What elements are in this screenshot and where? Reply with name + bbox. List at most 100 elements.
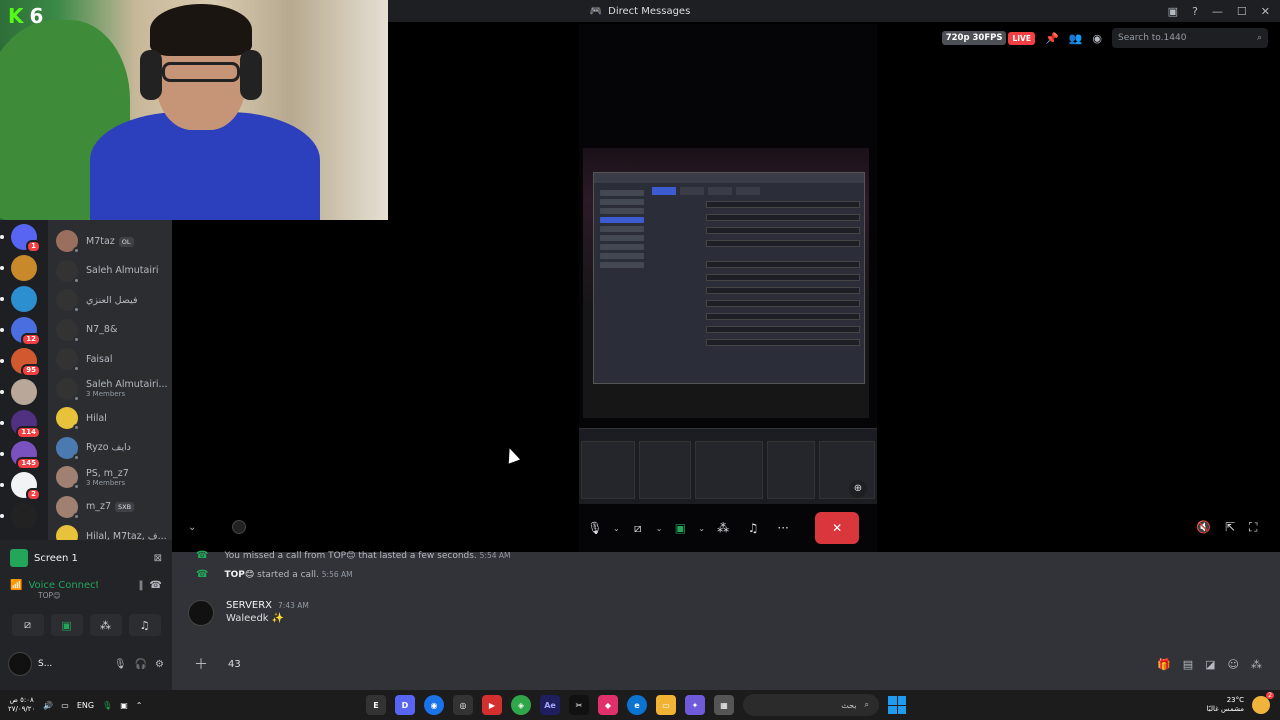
message-input[interactable]: 43 bbox=[228, 659, 241, 670]
mute-stream-icon[interactable]: 🔇 bbox=[1196, 520, 1211, 536]
app-icon[interactable]: ◈ bbox=[511, 695, 531, 715]
chevron-down-icon[interactable]: ⌄ bbox=[613, 524, 620, 533]
dm-item[interactable]: Saleh Almutairi... 3 Members bbox=[56, 376, 170, 402]
user-avatar-small[interactable] bbox=[232, 520, 246, 534]
clock[interactable]: ٥:٠٨ ص ٢٧/٠٩/٢٠ bbox=[8, 696, 35, 714]
dm-item[interactable]: Faisal bbox=[56, 346, 170, 372]
server-icon[interactable]: 1 bbox=[0, 224, 41, 253]
soundboard-icon[interactable]: ♫ bbox=[128, 614, 161, 636]
headphones-icon[interactable]: 🎧 bbox=[135, 659, 147, 670]
screen-share-icon[interactable]: ▣ bbox=[50, 614, 83, 636]
stop-share-icon[interactable]: ⊠ bbox=[154, 553, 162, 564]
profile-icon[interactable]: ◉ bbox=[1092, 32, 1102, 45]
message-author[interactable]: SERVERX bbox=[226, 600, 272, 611]
camera-off-icon[interactable]: ⧄ bbox=[11, 614, 44, 636]
zoom-icon[interactable]: ⊕ bbox=[849, 480, 867, 498]
dm-item[interactable]: Ryzo دايف bbox=[56, 435, 170, 461]
server-icon[interactable]: 114 bbox=[0, 410, 41, 439]
search-icon: ⌕ bbox=[1256, 33, 1262, 43]
weather-widget[interactable]: 23°C مشمس غالبًا 2 bbox=[1207, 690, 1274, 720]
server-icon[interactable]: 95 bbox=[0, 348, 41, 377]
dm-item[interactable]: M7taz OL bbox=[56, 228, 170, 254]
file-explorer-icon[interactable]: ▭ bbox=[656, 695, 676, 715]
copilot-icon[interactable]: ✦ bbox=[685, 695, 705, 715]
sticker-icon[interactable]: ◪ bbox=[1205, 658, 1215, 671]
disconnect-icon[interactable]: ☎ bbox=[150, 580, 162, 591]
avatar bbox=[56, 466, 80, 490]
dm-item[interactable]: Saleh Almutairi bbox=[56, 258, 170, 284]
network-icon[interactable]: ▭ bbox=[61, 701, 69, 710]
server-icon[interactable] bbox=[0, 379, 37, 405]
dm-item[interactable]: PS, m_z7 3 Members bbox=[56, 464, 170, 490]
activities-button[interactable]: ⁂ bbox=[711, 514, 735, 542]
end-call-button[interactable]: ✕ bbox=[815, 512, 860, 544]
volume-icon[interactable]: 🔊 bbox=[43, 701, 53, 710]
close-button[interactable]: ✕ bbox=[1261, 5, 1270, 18]
dm-item[interactable]: m_z7 SXB bbox=[56, 494, 170, 520]
capcut-icon[interactable]: ✂ bbox=[569, 695, 589, 715]
server-icon[interactable] bbox=[0, 503, 37, 529]
add-attachment-icon[interactable]: ＋ bbox=[194, 654, 208, 674]
screen-share-button[interactable]: ▣ bbox=[668, 514, 692, 542]
message-composer[interactable]: ＋ 43 🎁 ▤ ◪ ☺ ⁂ bbox=[182, 652, 1274, 676]
gear-icon[interactable]: ⚙ bbox=[155, 659, 164, 670]
soundboard-button[interactable]: ♫ bbox=[741, 514, 765, 542]
help-icon[interactable]: ? bbox=[1192, 5, 1198, 18]
server-icon[interactable] bbox=[0, 255, 37, 281]
camera-off-button[interactable]: ⧄ bbox=[626, 514, 650, 542]
gif-icon[interactable]: ▤ bbox=[1183, 658, 1193, 671]
dm-name: Faisal bbox=[86, 353, 113, 365]
start-button[interactable] bbox=[888, 696, 906, 714]
mic-tray-icon[interactable]: 🎙 bbox=[102, 701, 112, 710]
app-icon[interactable]: ▦ bbox=[714, 695, 734, 715]
mic-icon[interactable]: 🎙 bbox=[114, 659, 127, 670]
obs-icon[interactable]: ◎ bbox=[453, 695, 473, 715]
server-icon[interactable]: 145 bbox=[0, 441, 41, 470]
avatar[interactable] bbox=[8, 652, 32, 676]
popout-icon[interactable]: ⇱ bbox=[1225, 520, 1235, 536]
taskbar-search[interactable]: بحث ⌕ bbox=[743, 694, 879, 716]
search-input[interactable]: Search to.1440 ⌕ bbox=[1112, 28, 1268, 48]
server-icon[interactable]: 12 bbox=[0, 317, 41, 346]
add-friends-icon[interactable]: 👥 bbox=[1069, 32, 1083, 45]
dm-item[interactable]: Hilal, M7taz, ف... bbox=[56, 523, 170, 540]
gift-icon[interactable]: 🎁 bbox=[1157, 658, 1171, 671]
dm-item[interactable]: Hilal bbox=[56, 405, 170, 431]
apps-icon[interactable]: ⁂ bbox=[1251, 658, 1262, 671]
fullscreen-icon[interactable]: ⛶ bbox=[1249, 520, 1257, 536]
screen-share-row[interactable]: Screen 1 ⊠ bbox=[10, 548, 162, 568]
chevron-down-icon[interactable]: ⌄ bbox=[656, 524, 663, 533]
maximize-button[interactable]: ☐ bbox=[1237, 5, 1247, 18]
dm-name: M7taz bbox=[86, 235, 115, 247]
microphone-button[interactable]: 🎙 bbox=[583, 514, 607, 542]
server-icon[interactable]: 2 bbox=[0, 472, 41, 501]
shared-screen[interactable]: ⊕ bbox=[579, 24, 877, 552]
language-indicator[interactable]: ENG bbox=[77, 701, 94, 710]
discord-icon[interactable]: D bbox=[395, 695, 415, 715]
dm-item[interactable]: N7_8& bbox=[56, 317, 170, 343]
collapse-chevron-icon[interactable]: ⌄ bbox=[188, 522, 196, 533]
more-options-button[interactable]: ··· bbox=[771, 514, 795, 542]
dm-item[interactable]: فيصل العنزي bbox=[56, 287, 170, 313]
avatar bbox=[56, 407, 80, 431]
chrome-icon[interactable]: ◉ bbox=[424, 695, 444, 715]
window-title: 🎮 Direct Messages bbox=[589, 5, 691, 17]
clan-tag: SXB bbox=[115, 502, 135, 512]
edge-icon[interactable]: e bbox=[627, 695, 647, 715]
noise-suppression-icon[interactable]: ‖ bbox=[139, 580, 144, 591]
tray-app-icon[interactable]: ▣ bbox=[120, 701, 128, 710]
activities-icon[interactable]: ⁂ bbox=[89, 614, 122, 636]
inbox-icon[interactable]: ▣ bbox=[1168, 5, 1178, 18]
youtube-icon[interactable]: ▶ bbox=[482, 695, 502, 715]
voice-panel: Screen 1 ⊠ 📶 Voice Connected ‖ ☎ TOP😊 ⧄ … bbox=[0, 540, 172, 690]
emoji-icon[interactable]: ☺ bbox=[1228, 658, 1239, 671]
server-icon[interactable] bbox=[0, 286, 37, 312]
pin-icon[interactable]: 📌 bbox=[1045, 32, 1059, 45]
chevron-up-icon[interactable]: ⌃ bbox=[136, 701, 143, 710]
minimize-button[interactable]: — bbox=[1212, 5, 1223, 18]
app-icon[interactable]: ◆ bbox=[598, 695, 618, 715]
avatar[interactable] bbox=[188, 600, 214, 626]
after-effects-icon[interactable]: Ae bbox=[540, 695, 560, 715]
chevron-down-icon[interactable]: ⌄ bbox=[698, 524, 705, 533]
epic-games-icon[interactable]: E bbox=[366, 695, 386, 715]
